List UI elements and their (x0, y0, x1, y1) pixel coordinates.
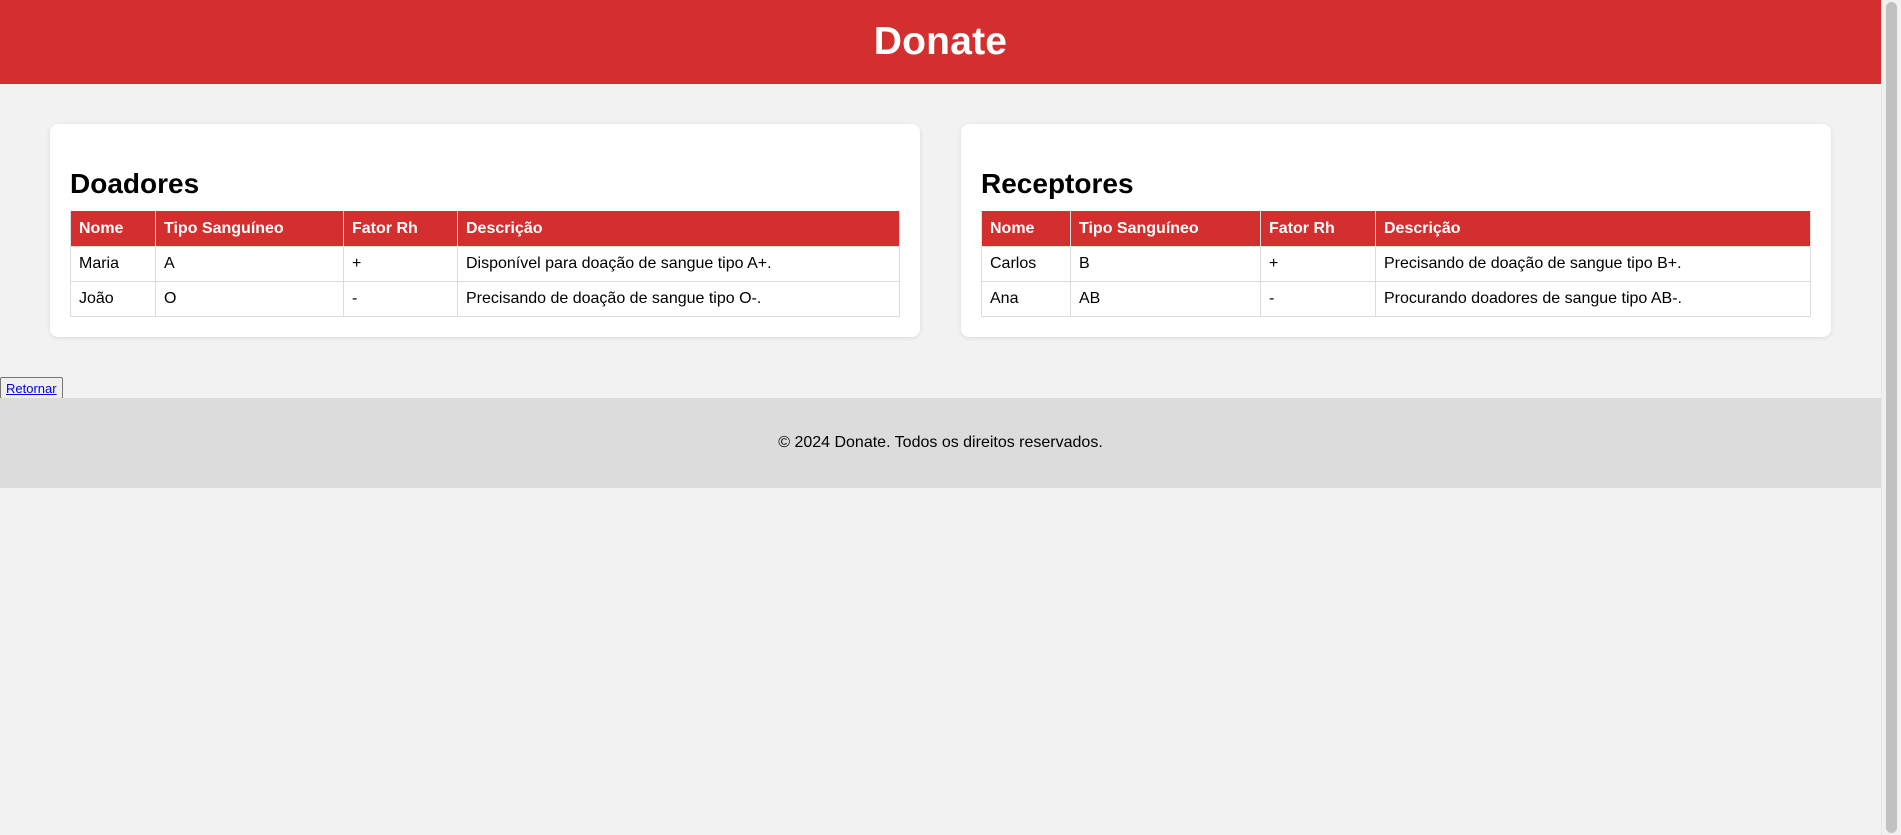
receivers-col-descricao: Descrição (1375, 211, 1811, 247)
donors-col-fator-rh: Fator Rh (343, 211, 458, 247)
table-row: Carlos B + Precisando de doação de sangu… (981, 246, 1811, 282)
receivers-header-row: Nome Tipo Sanguíneo Fator Rh Descrição (981, 211, 1811, 247)
receivers-title: Receptores (981, 168, 1134, 199)
donor-description-cell: Precisando de doação de sangue tipo O-. (457, 281, 900, 317)
receivers-col-tipo-sanguineo: Tipo Sanguíneo (1070, 211, 1261, 247)
main-content: Doadores Nome Tipo Sanguíneo Fator Rh De… (0, 84, 1881, 337)
donors-col-nome: Nome (70, 211, 156, 247)
donor-name-cell: João (70, 281, 156, 317)
table-row: João O - Precisando de doação de sangue … (70, 281, 900, 317)
donor-blood-type-cell: O (155, 281, 344, 317)
donor-rh-cell: + (343, 246, 458, 282)
receiver-name-cell: Carlos (981, 246, 1071, 282)
receiver-name-cell: Ana (981, 281, 1071, 317)
table-row: Ana AB - Procurando doadores de sangue t… (981, 281, 1811, 317)
donor-blood-type-cell: A (155, 246, 344, 282)
receiver-blood-type-cell: B (1070, 246, 1261, 282)
site-header: Donate (0, 0, 1881, 84)
receivers-col-nome: Nome (981, 211, 1071, 247)
receivers-col-fator-rh: Fator Rh (1260, 211, 1376, 247)
footer-copyright: © 2024 Donate. Todos os direitos reserva… (778, 434, 1103, 451)
receiver-blood-type-cell: AB (1070, 281, 1261, 317)
donor-name-cell: Maria (70, 246, 156, 282)
return-wrapper: Retornar (0, 377, 63, 399)
donors-card: Doadores Nome Tipo Sanguíneo Fator Rh De… (50, 124, 920, 337)
donors-header-row: Nome Tipo Sanguíneo Fator Rh Descrição (70, 211, 900, 247)
donors-col-tipo-sanguineo: Tipo Sanguíneo (155, 211, 344, 247)
scrollbar-thumb[interactable] (1886, 2, 1897, 833)
receiver-rh-cell: - (1260, 281, 1376, 317)
return-button[interactable]: Retornar (0, 377, 63, 399)
donor-description-cell: Disponível para doação de sangue tipo A+… (457, 246, 900, 282)
donors-title: Doadores (70, 168, 200, 199)
receivers-card: Receptores Nome Tipo Sanguíneo Fator Rh … (961, 124, 1831, 337)
receivers-table: Nome Tipo Sanguíneo Fator Rh Descrição C… (981, 211, 1811, 317)
site-footer: © 2024 Donate. Todos os direitos reserva… (0, 398, 1881, 488)
receiver-description-cell: Precisando de doação de sangue tipo B+. (1375, 246, 1811, 282)
donor-rh-cell: - (343, 281, 458, 317)
receiver-rh-cell: + (1260, 246, 1376, 282)
site-title: Donate (873, 20, 1008, 63)
receiver-description-cell: Procurando doadores de sangue tipo AB-. (1375, 281, 1811, 317)
donors-table: Nome Tipo Sanguíneo Fator Rh Descrição M… (70, 211, 900, 317)
table-row: Maria A + Disponível para doação de sang… (70, 246, 900, 282)
donors-col-descricao: Descrição (457, 211, 900, 247)
page-viewport: Donate Doadores Nome Tipo Sanguíneo Fato… (0, 0, 1881, 835)
vertical-scrollbar[interactable] (1881, 0, 1901, 835)
